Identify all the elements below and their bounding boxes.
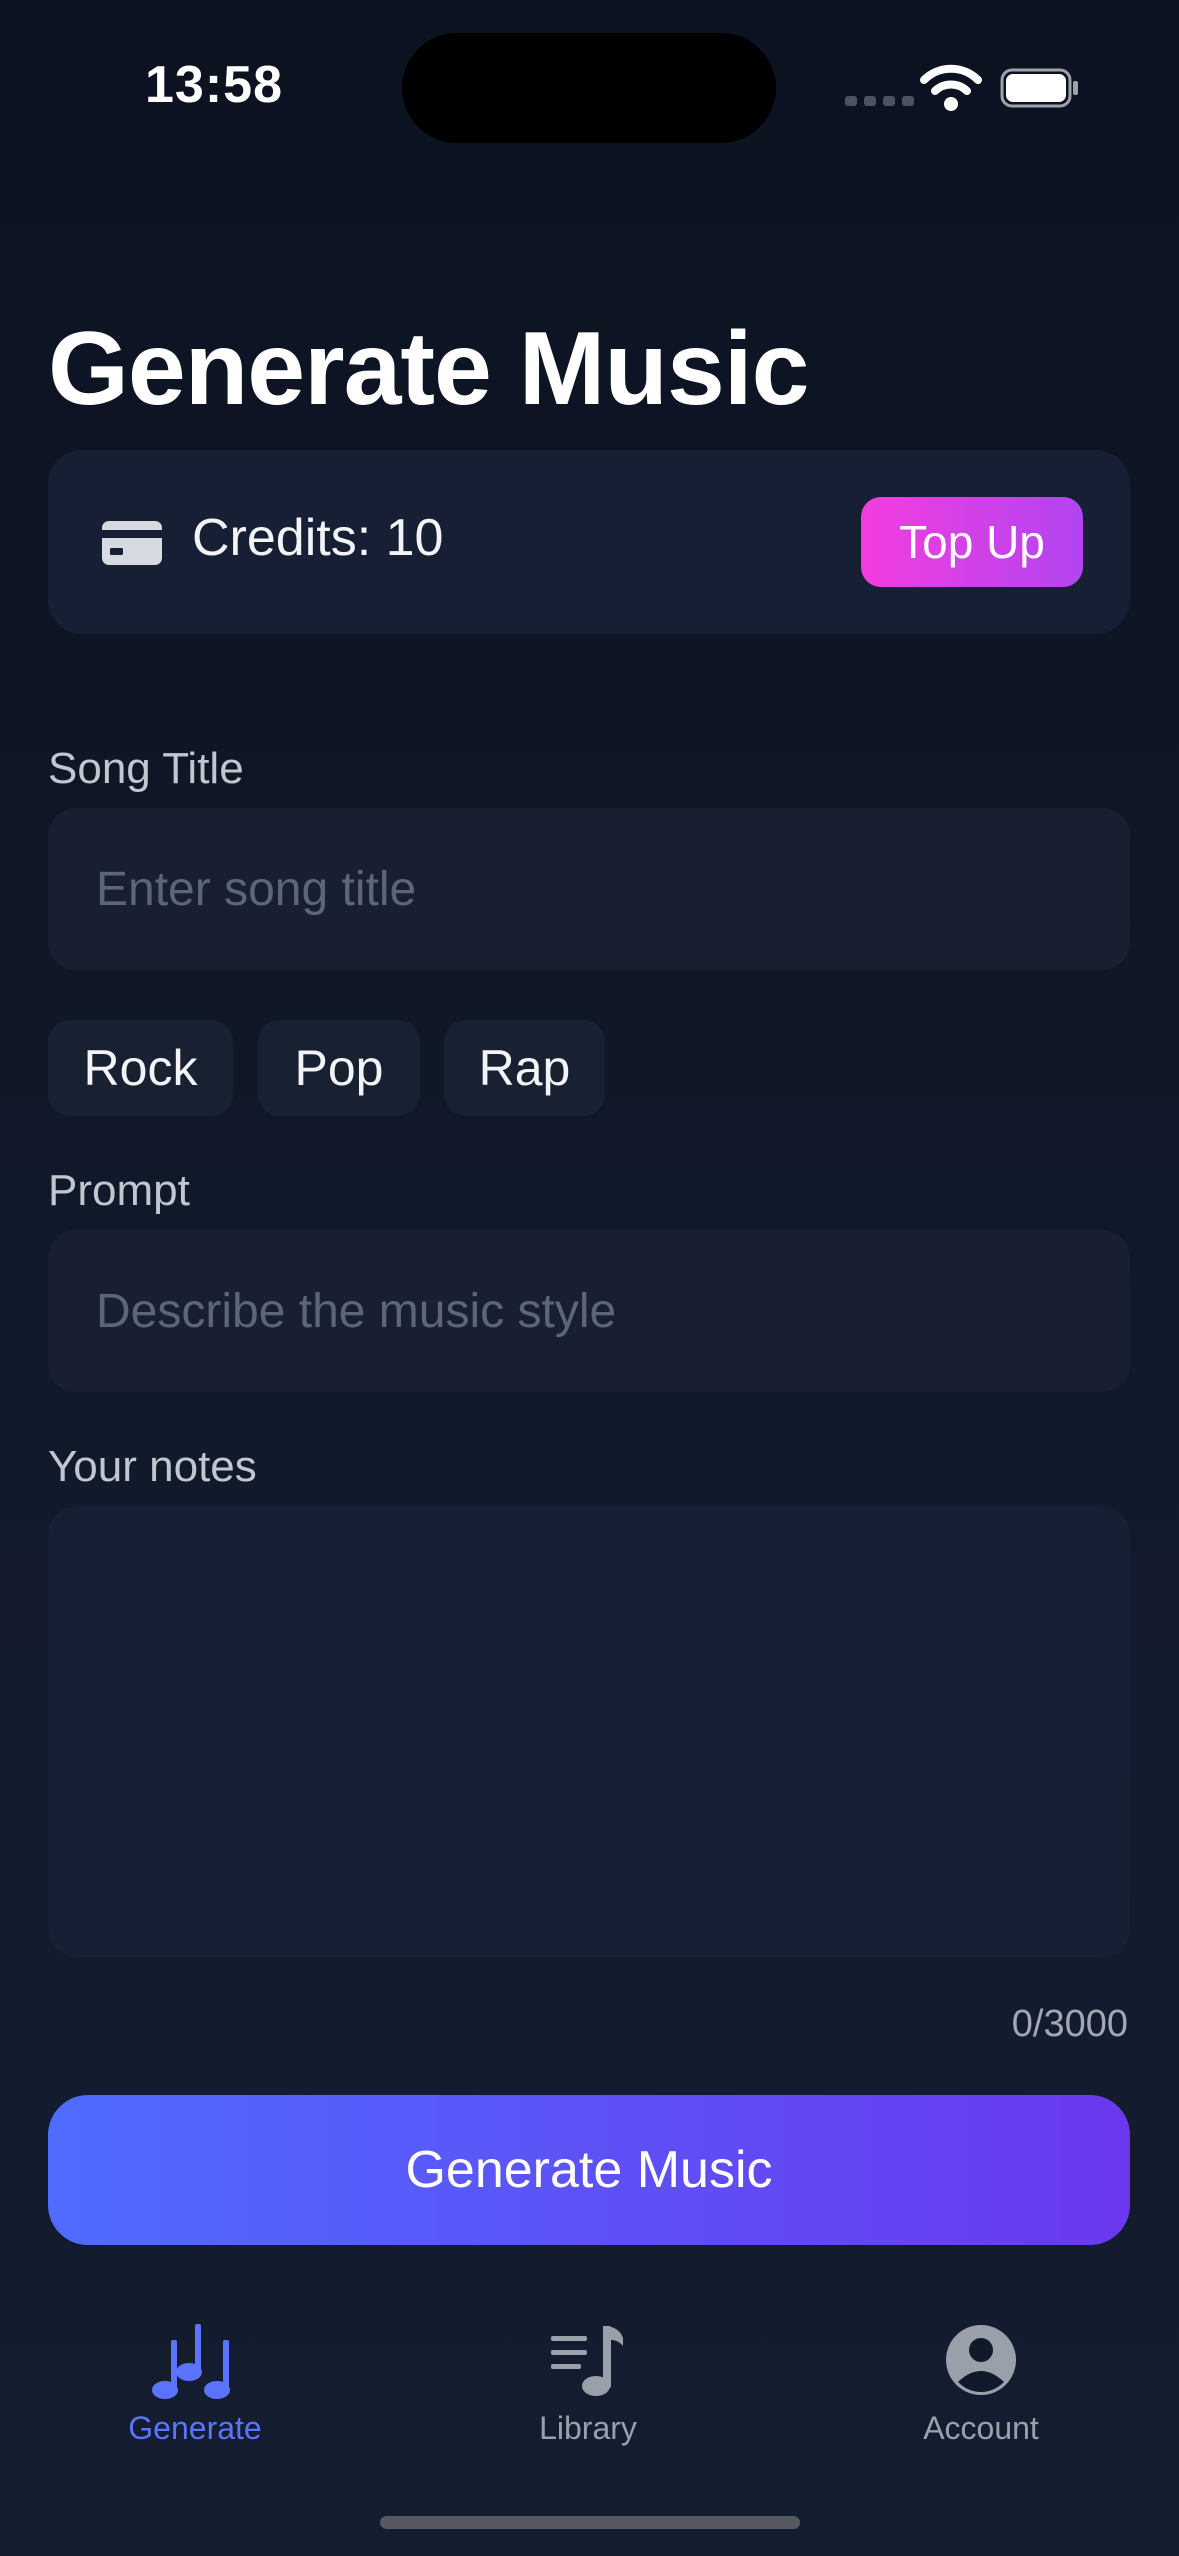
battery-icon <box>1000 68 1078 108</box>
notes-label: Your notes <box>48 1442 257 1491</box>
credit-card-icon <box>102 521 162 565</box>
tab-library[interactable]: Library <box>468 2320 708 2447</box>
tab-generate[interactable]: Generate <box>75 2320 315 2447</box>
status-time: 13:58 <box>145 56 283 114</box>
cellular-signal-icon <box>845 96 914 106</box>
genre-chip-rap[interactable]: Rap <box>444 1020 605 1116</box>
prompt-input[interactable] <box>48 1230 1130 1392</box>
home-indicator <box>380 2516 800 2529</box>
dynamic-island <box>402 33 776 143</box>
account-circle-icon <box>946 2325 1016 2395</box>
prompt-label: Prompt <box>48 1166 190 1215</box>
music-notes-icon <box>152 2324 230 2399</box>
genre-chip-pop[interactable]: Pop <box>258 1020 420 1116</box>
song-title-label: Song Title <box>48 744 244 793</box>
tab-account[interactable]: Account <box>861 2320 1101 2447</box>
top-up-button[interactable]: Top Up <box>861 497 1083 587</box>
credits-balance: Credits: 10 <box>192 509 444 567</box>
tab-generate-label: Generate <box>128 2410 262 2446</box>
character-counter: 0/3000 <box>1011 2003 1128 2045</box>
page-title: Generate Music <box>48 311 810 427</box>
genre-chip-rock[interactable]: Rock <box>48 1020 233 1116</box>
tab-account-label: Account <box>923 2410 1039 2446</box>
song-title-input[interactable] <box>48 808 1130 970</box>
wifi-icon <box>920 64 982 111</box>
music-library-icon <box>551 2326 623 2396</box>
notes-textarea[interactable] <box>48 1507 1130 1957</box>
generate-music-button[interactable]: Generate Music <box>48 2095 1130 2245</box>
tab-library-label: Library <box>539 2410 637 2446</box>
